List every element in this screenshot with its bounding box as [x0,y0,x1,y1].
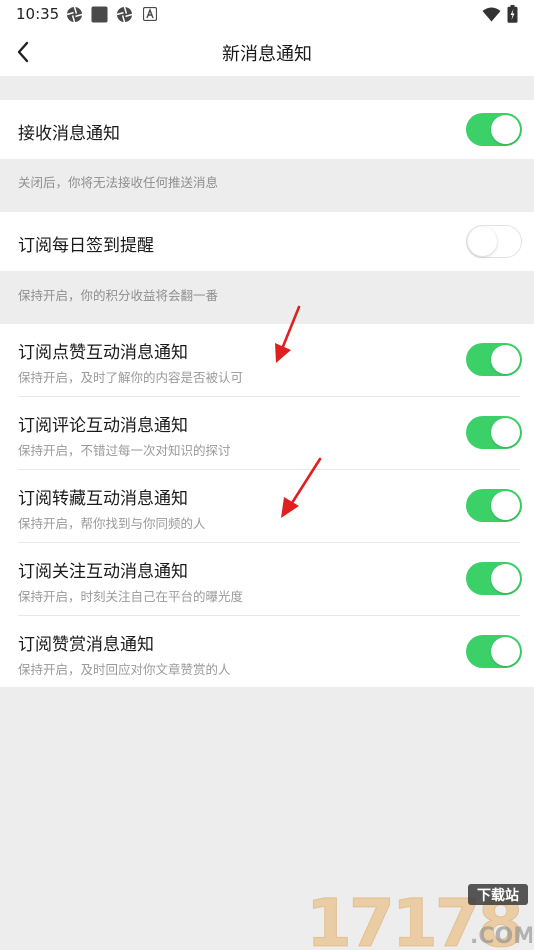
svg-text:.COM: .COM [470,924,532,949]
setting-row-follow[interactable]: 订阅关注互动消息通知 保持开启，时刻关注自己在平台的曝光度 [0,543,534,615]
setting-label: 订阅每日签到提醒 [18,236,154,256]
a-letter-notification-icon [143,7,157,21]
setting-row-comment[interactable]: 订阅评论互动消息通知 保持开启，不错过每一次对知识的探讨 [0,397,534,469]
status-time: 10:35 [16,5,60,23]
toggle-knob [491,345,520,374]
toggle-knob [468,227,497,256]
svg-text:下载站: 下载站 [477,887,519,904]
aperture-icon [116,6,133,23]
daily-checkin-group: 订阅每日签到提醒 [0,212,534,271]
like-toggle[interactable] [466,343,522,376]
setting-label: 订阅点赞互动消息通知 [18,343,188,363]
follow-toggle[interactable] [466,562,522,595]
aperture-icon [66,6,83,23]
battery-charging-icon [507,5,518,23]
status-bar: 10:35 [0,0,534,28]
setting-label: 订阅关注互动消息通知 [18,562,188,582]
setting-row-like[interactable]: 订阅点赞互动消息通知 保持开启，及时了解你的内容是否被认可 [0,324,534,396]
comment-toggle[interactable] [466,416,522,449]
setting-description: 保持开启，及时了解你的内容是否被认可 [18,370,244,385]
wifi-icon [482,7,501,22]
receive-notification-group: 接收消息通知 [0,100,534,159]
setting-row-share-collect[interactable]: 订阅转藏互动消息通知 保持开启，帮你找到与你同频的人 [0,470,534,542]
page-title: 新消息通知 [222,44,312,65]
appreciation-toggle[interactable] [466,635,522,668]
toggle-knob [491,637,520,666]
setting-description: 保持开启，时刻关注自己在平台的曝光度 [18,589,244,604]
setting-description: 保持开启，不错过每一次对知识的探讨 [18,443,231,458]
square-app-icon [91,6,108,23]
daily-checkin-toggle[interactable] [466,225,522,258]
setting-label: 订阅转藏互动消息通知 [18,489,188,509]
setting-row-receive[interactable]: 接收消息通知 [0,100,534,159]
toggle-knob [491,418,520,447]
setting-row-appreciation[interactable]: 订阅赞赏消息通知 保持开启，及时回应对你文章赞赏的人 [0,616,534,687]
annotation-arrow-icon [275,305,301,363]
receive-hint: 关闭后，你将无法接收任何推送消息 [18,175,219,190]
toggle-knob [491,115,520,144]
receive-toggle[interactable] [466,113,522,146]
share-collect-toggle[interactable] [466,489,522,522]
site-watermark-logo: 17178 下载站 .COM [306,884,532,950]
header-bar: 新消息通知 [0,28,534,76]
setting-description: 保持开启，帮你找到与你同频的人 [18,516,206,531]
setting-description: 保持开启，及时回应对你文章赞赏的人 [18,662,231,677]
setting-row-daily-checkin[interactable]: 订阅每日签到提醒 [0,212,534,271]
toggle-knob [491,564,520,593]
interaction-subscription-group: 订阅点赞互动消息通知 保持开启，及时了解你的内容是否被认可 订阅评论互动消息通知… [0,324,534,687]
toggle-knob [491,491,520,520]
setting-label: 接收消息通知 [18,124,120,144]
setting-label: 订阅赞赏消息通知 [18,635,154,655]
annotation-arrow-icon [281,457,322,518]
setting-label: 订阅评论互动消息通知 [18,416,188,436]
daily-checkin-hint: 保持开启，你的积分收益将会翻一番 [18,288,219,303]
